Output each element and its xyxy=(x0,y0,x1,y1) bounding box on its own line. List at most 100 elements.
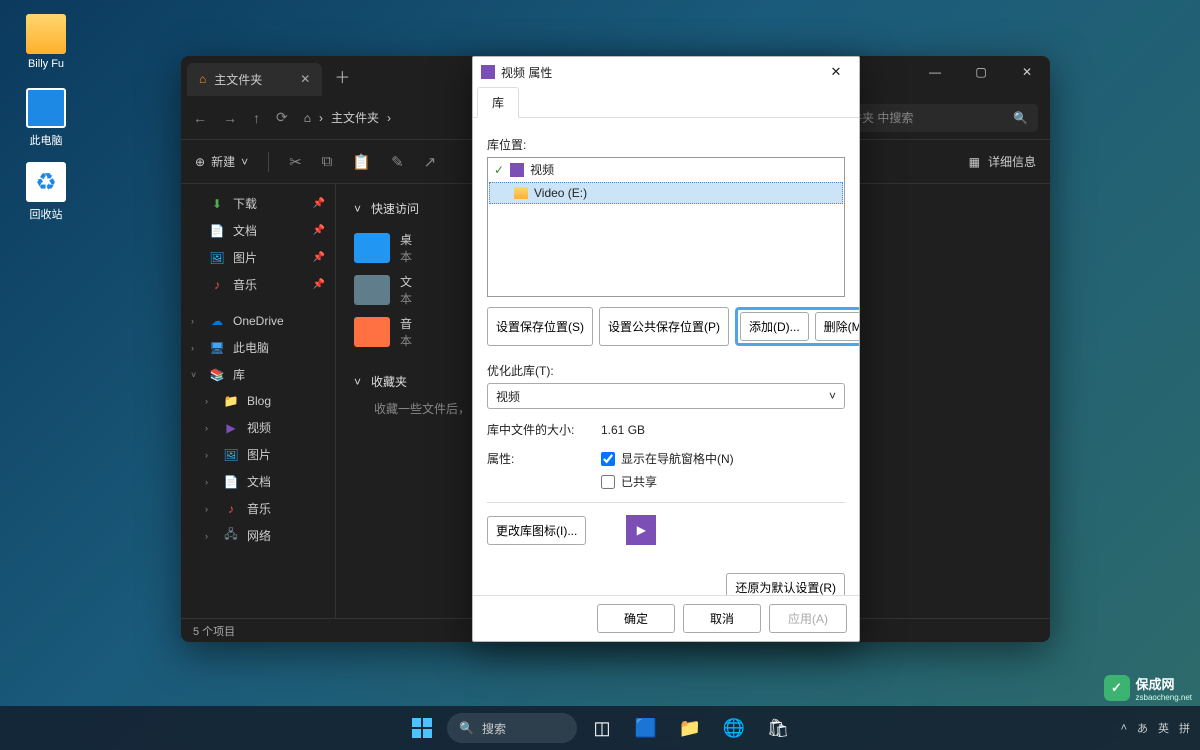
folder-label: 音 xyxy=(400,315,412,332)
refresh-button[interactable]: ⟳ xyxy=(276,109,288,126)
sidebar-label: 视频 xyxy=(247,419,271,436)
video-library-icon xyxy=(481,65,495,79)
folder-sublabel: 本 xyxy=(400,332,412,349)
music-icon: ♪ xyxy=(209,277,225,293)
sidebar-item-thispc[interactable]: ›🖥此电脑 xyxy=(181,334,335,361)
sidebar-item-network[interactable]: ›🖧网络 xyxy=(181,522,335,549)
edge-taskbar-icon[interactable]: 🌐 xyxy=(715,709,753,747)
remove-button[interactable]: 删除(M) xyxy=(815,312,859,341)
location-label: 视频 xyxy=(530,161,554,178)
up-button[interactable]: ↑ xyxy=(253,110,260,126)
nav-checkbox[interactable]: 显示在导航窗格中(N) xyxy=(601,450,734,467)
widgets-button[interactable]: 🟦 xyxy=(627,709,665,747)
music-icon: ♪ xyxy=(223,501,239,517)
home-icon: ⌂ xyxy=(304,111,311,125)
shared-checkbox[interactable]: 已共享 xyxy=(601,473,734,490)
properties-dialog: 视频 属性 ✕ 库 库位置: ✓视频 Video (E:) 设置保存位置(S) … xyxy=(472,56,860,642)
ime-indicator[interactable]: 英 xyxy=(1158,720,1169,736)
checkbox-input[interactable] xyxy=(601,475,615,489)
checkbox-input[interactable] xyxy=(601,452,615,466)
sidebar-item-library[interactable]: ˅📚库 xyxy=(181,361,335,388)
set-save-button[interactable]: 设置保存位置(S) xyxy=(487,307,593,346)
new-tab-button[interactable]: ＋ xyxy=(334,64,350,88)
folder-icon xyxy=(354,233,390,263)
desktop-icon-folder[interactable]: Billy Fu xyxy=(14,14,78,70)
view-icon[interactable]: ▦ xyxy=(969,155,980,169)
tab-library[interactable]: 库 xyxy=(477,87,519,118)
sidebar-item-music[interactable]: ♪ 音乐 📌 xyxy=(181,271,335,298)
add-button[interactable]: 添加(D)... xyxy=(740,312,809,341)
details-button[interactable]: 详细信息 xyxy=(988,153,1036,170)
ime-indicator[interactable]: あ xyxy=(1137,720,1148,736)
ime-indicator[interactable]: 拼 xyxy=(1179,720,1190,736)
pin-icon: 📌 xyxy=(313,279,325,290)
restore-defaults-button[interactable]: 还原为默认设置(R) xyxy=(726,573,845,595)
sidebar-item-pictures2[interactable]: ›🖼图片 xyxy=(181,441,335,468)
folder-icon xyxy=(26,14,66,54)
taskbar-search[interactable]: 🔍搜索 xyxy=(447,713,577,743)
sidebar-label: 库 xyxy=(233,366,245,383)
sidebar-item-music2[interactable]: ›♪音乐 xyxy=(181,495,335,522)
chevron-icon: › xyxy=(205,396,215,406)
sidebar-label: OneDrive xyxy=(233,314,284,328)
sidebar-item-documents2[interactable]: ›📄文档 xyxy=(181,468,335,495)
close-button[interactable]: ✕ xyxy=(1004,56,1050,88)
sidebar-item-downloads[interactable]: ⬇下载📌 xyxy=(181,190,335,217)
tab-home[interactable]: ⌂ 主文件夹 ✕ xyxy=(187,63,322,96)
maximize-button[interactable]: ▢ xyxy=(958,56,1004,88)
video-icon: ▶ xyxy=(223,420,239,436)
tab-close-icon[interactable]: ✕ xyxy=(300,72,310,86)
chevron-up-icon[interactable]: ˄ xyxy=(1121,722,1127,734)
chevron-icon: › xyxy=(205,531,215,541)
document-icon: 📄 xyxy=(209,223,225,239)
sidebar-label: 音乐 xyxy=(233,276,257,293)
store-taskbar-icon[interactable]: 🛍 xyxy=(759,709,797,747)
apply-button[interactable]: 应用(A) xyxy=(769,604,847,633)
optimize-select[interactable]: 视频˅ xyxy=(487,383,845,409)
locations-list[interactable]: ✓视频 Video (E:) xyxy=(487,157,845,297)
chevron-down-icon: ˅ xyxy=(354,375,361,389)
paste-icon[interactable]: 📋 xyxy=(352,153,371,171)
sidebar-item-documents[interactable]: 📄文档📌 xyxy=(181,217,335,244)
cancel-button[interactable]: 取消 xyxy=(683,604,761,633)
rename-icon[interactable]: ✎ xyxy=(391,153,404,171)
close-button[interactable]: ✕ xyxy=(821,64,851,80)
sidebar-item-onedrive[interactable]: ›☁OneDrive xyxy=(181,308,335,334)
forward-button[interactable]: → xyxy=(223,110,237,126)
change-icon-button[interactable]: 更改库图标(I)... xyxy=(487,516,586,545)
share-icon[interactable]: ↗ xyxy=(424,153,437,171)
download-icon: ⬇ xyxy=(209,196,225,212)
chevron-down-icon: ˅ xyxy=(354,202,361,216)
back-button[interactable]: ← xyxy=(193,110,207,126)
set-public-button[interactable]: 设置公共保存位置(P) xyxy=(599,307,729,346)
chevron-icon: › xyxy=(205,477,215,487)
sidebar-item-pictures[interactable]: 🖼图片📌 xyxy=(181,244,335,271)
sidebar-label: 音乐 xyxy=(247,500,271,517)
explorer-taskbar-icon[interactable]: 📁 xyxy=(671,709,709,747)
cut-icon[interactable]: ✂ xyxy=(289,153,302,171)
ok-button[interactable]: 确定 xyxy=(597,604,675,633)
search-icon: 🔍 xyxy=(1013,111,1028,125)
minimize-button[interactable]: ― xyxy=(912,56,958,88)
location-item[interactable]: ✓视频 xyxy=(488,158,844,181)
tab-label: 库 xyxy=(492,96,504,110)
chevron-icon: › xyxy=(191,343,201,353)
system-tray[interactable]: ˄ あ 英 拼 xyxy=(1121,720,1190,736)
video-icon xyxy=(510,163,524,177)
attributes-label: 属性: xyxy=(487,450,587,467)
sidebar-item-blog[interactable]: ›📁Blog xyxy=(181,388,335,414)
location-item-selected[interactable]: Video (E:) xyxy=(489,182,843,204)
task-view-button[interactable]: ◫ xyxy=(583,709,621,747)
desktop-icon-recycle[interactable]: ♻回收站 xyxy=(14,162,78,222)
picture-icon: 🖼 xyxy=(223,447,239,463)
desktop-icon-pc[interactable]: 此电脑 xyxy=(14,88,78,148)
highlight-annotation: 添加(D)... 删除(M) xyxy=(735,307,859,346)
watermark-sub: zsbaocheng.net xyxy=(1136,693,1193,702)
chevron-icon: › xyxy=(387,111,391,125)
copy-icon[interactable]: ⧉ xyxy=(322,153,333,170)
start-button[interactable] xyxy=(403,709,441,747)
library-icon: 📚 xyxy=(209,367,225,383)
new-button[interactable]: ⊕新建˅ xyxy=(195,153,248,170)
sidebar-item-video[interactable]: ›▶视频 xyxy=(181,414,335,441)
size-label: 库中文件的大小: xyxy=(487,421,587,438)
